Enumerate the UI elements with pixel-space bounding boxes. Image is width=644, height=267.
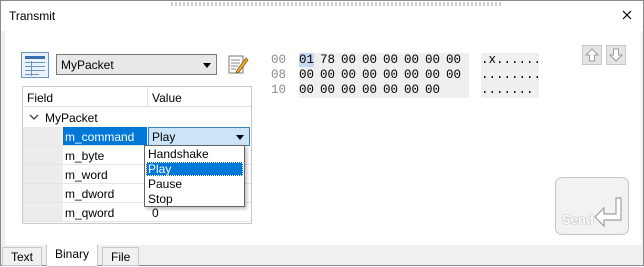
hex-byte[interactable]: 00 [362, 83, 377, 97]
hex-ascii[interactable]: .x...... [481, 53, 541, 67]
hex-byte[interactable]: 00 [446, 53, 461, 67]
dropdown-option-handshake[interactable]: Handshake [146, 147, 243, 161]
hex-byte[interactable]: 00 [404, 53, 419, 67]
tree-node-label: MyPacket [45, 111, 98, 125]
hex-byte[interactable]: 00 [383, 53, 398, 67]
hex-offset: 10 [271, 83, 287, 97]
tab-text[interactable]: Text [2, 247, 43, 266]
hex-byte[interactable]: 00 [341, 83, 356, 97]
hex-byte[interactable]: 00 [362, 53, 377, 67]
field-value[interactable]: 0 [152, 206, 159, 220]
transmit-window: Transmit MyPacket Field Value MyPacket m… [0, 0, 644, 267]
drag-grip[interactable] [171, 2, 501, 6]
content-panel: MyPacket Field Value MyPacket m_command … [5, 31, 641, 245]
hex-byte[interactable]: 00 [320, 83, 335, 97]
field-name: m_qword [65, 206, 115, 220]
dropdown-option-play[interactable]: Play [146, 162, 243, 176]
hex-byte[interactable]: 00 [425, 83, 440, 97]
hex-offset: 00 [271, 53, 287, 67]
tree-node-mypacket[interactable]: MyPacket [23, 108, 251, 127]
value-dropdown-list[interactable]: Handshake Play Pause Stop [144, 145, 245, 207]
chevron-down-icon[interactable] [236, 135, 244, 140]
tab-bar: Text Binary File [1, 245, 643, 267]
send-label: Send [562, 212, 594, 227]
dropdown-option-pause[interactable]: Pause [146, 177, 243, 191]
hex-byte[interactable]: 00 [320, 68, 335, 82]
field-name: m_command [65, 130, 135, 144]
dropdown-option-stop[interactable]: Stop [146, 192, 243, 206]
struct-type-value: MyPacket [61, 58, 114, 72]
window-title: Transmit [9, 9, 56, 23]
chevron-down-icon [203, 63, 211, 68]
struct-view-icon[interactable] [21, 52, 49, 78]
arrow-down-icon [609, 48, 623, 62]
tab-file[interactable]: File [102, 247, 140, 266]
hex-byte[interactable]: 78 [320, 53, 335, 67]
grid-header: Field Value [23, 87, 251, 107]
hex-byte[interactable]: 00 [404, 68, 419, 82]
title-bar: Transmit [1, 1, 643, 31]
move-down-button[interactable] [606, 45, 626, 65]
close-button[interactable] [619, 7, 635, 23]
send-button[interactable]: Send [555, 177, 629, 235]
tab-binary[interactable]: Binary [46, 245, 99, 267]
hex-byte[interactable]: 00 [383, 68, 398, 82]
hex-byte[interactable]: 00 [299, 83, 314, 97]
hex-ascii[interactable]: ........ [481, 68, 541, 82]
hex-byte[interactable]: 00 [299, 68, 314, 82]
hex-byte[interactable]: 00 [425, 53, 440, 67]
arrow-up-icon [585, 48, 599, 62]
field-name: m_word [65, 168, 108, 182]
hex-byte[interactable]: 00 [362, 68, 377, 82]
hex-byte[interactable]: 00 [425, 68, 440, 82]
value-combobox[interactable]: Play [148, 127, 250, 146]
close-icon [622, 10, 632, 20]
hex-ascii[interactable]: ....... [481, 83, 534, 97]
field-row-m_command[interactable]: m_command Play [23, 127, 251, 146]
field-name: m_byte [65, 149, 105, 163]
hex-byte[interactable]: 00 [446, 68, 461, 82]
enter-arrow-icon [594, 197, 622, 228]
hex-byte[interactable]: 00 [404, 83, 419, 97]
value-column-header[interactable]: Value [152, 91, 182, 105]
hex-byte[interactable]: 00 [341, 68, 356, 82]
move-up-button[interactable] [582, 45, 602, 65]
chevron-down-icon[interactable] [29, 112, 39, 122]
hex-byte[interactable]: 01 [299, 53, 315, 67]
field-column-header[interactable]: Field [27, 91, 53, 105]
edit-button[interactable] [227, 52, 249, 76]
hex-byte[interactable]: 00 [341, 53, 356, 67]
field-value: Play [152, 130, 176, 144]
hex-offset: 08 [271, 68, 287, 82]
struct-type-select[interactable]: MyPacket [56, 54, 217, 75]
hex-byte[interactable]: 00 [383, 83, 398, 97]
field-name: m_dword [65, 187, 115, 201]
edit-icon [228, 55, 249, 74]
